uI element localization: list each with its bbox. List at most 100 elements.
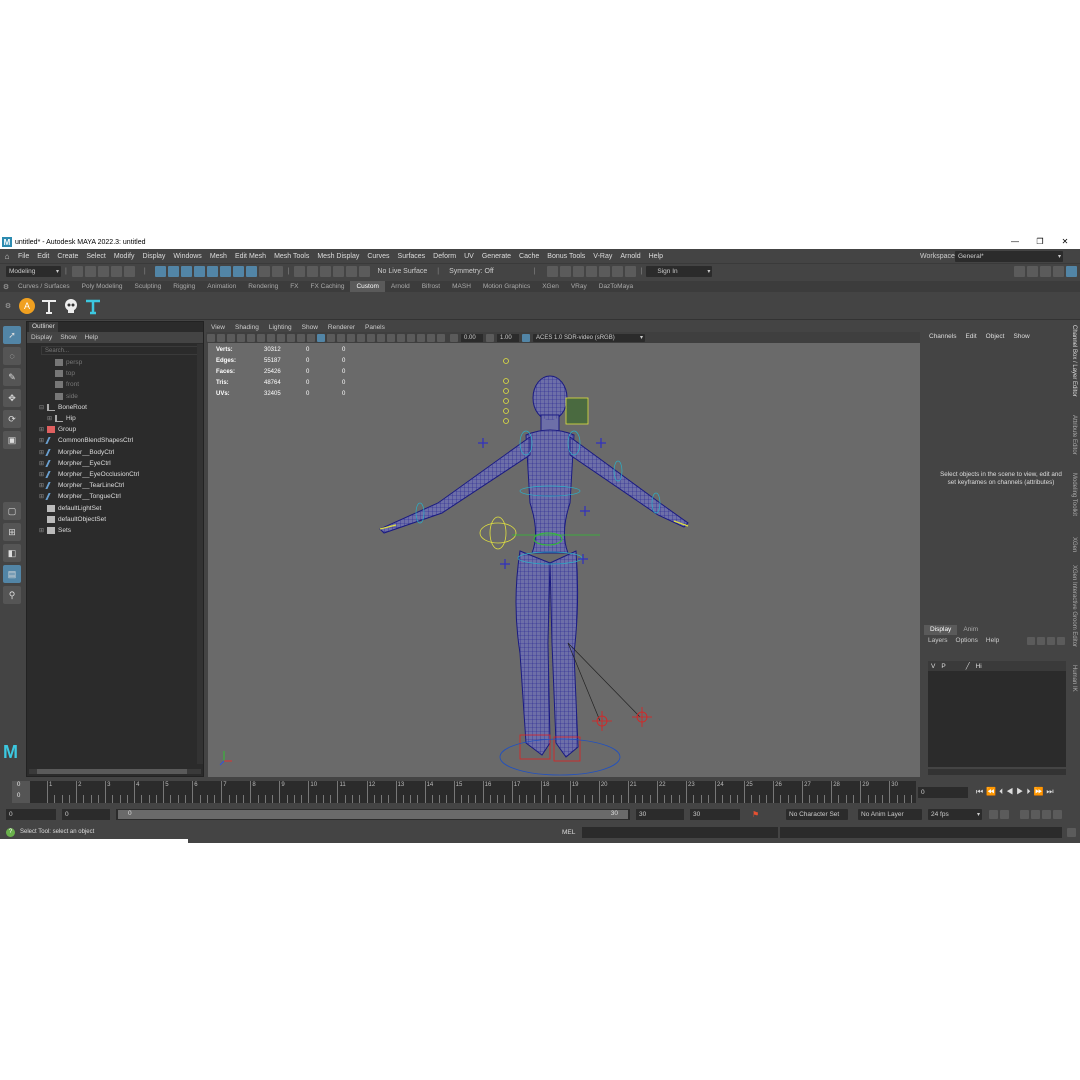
- image-plane-icon[interactable]: [227, 333, 235, 342]
- layer-up-icon[interactable]: [1027, 636, 1035, 645]
- wireframe-icon[interactable]: [317, 333, 325, 342]
- snap-live-icon[interactable]: [359, 266, 371, 277]
- shelf-menu-icon[interactable]: ⚙: [0, 283, 12, 291]
- ao-icon[interactable]: [377, 333, 385, 342]
- select-hierarchy-icon[interactable]: [154, 266, 166, 277]
- ipr-render-icon[interactable]: [572, 266, 584, 277]
- new-layer-icon[interactable]: [1047, 636, 1055, 645]
- smooth-shade-icon[interactable]: [327, 333, 335, 342]
- outliner-item[interactable]: ⊞ Morpher__EyeCtrl: [39, 458, 199, 469]
- layer-visibility-toggle[interactable]: V: [928, 663, 938, 670]
- rotate-tool-icon[interactable]: ⟳: [3, 410, 21, 428]
- shelf-tab-custom[interactable]: Custom: [350, 281, 385, 292]
- shelf-tab-animation[interactable]: Animation: [201, 281, 242, 292]
- outliner-item[interactable]: ⊟ BoneRoot: [39, 402, 199, 413]
- fps-dropdown[interactable]: 24 fps ▾: [928, 808, 982, 820]
- shelf-tab-daztomaya[interactable]: DazToMaya: [593, 281, 639, 292]
- minimize-button[interactable]: —: [1003, 235, 1027, 249]
- outliner-item[interactable]: front: [39, 379, 199, 390]
- menu-generate[interactable]: Generate: [478, 253, 515, 260]
- live-surface-label[interactable]: No Live Surface: [377, 268, 427, 275]
- safe-action-icon[interactable]: [277, 333, 285, 342]
- cached-playback-icon[interactable]: [1000, 809, 1009, 819]
- symmetry-label[interactable]: Symmetry: Off: [449, 268, 494, 275]
- outliner-layout-icon[interactable]: ▤: [3, 565, 21, 583]
- render-view-icon[interactable]: [611, 266, 623, 277]
- tpose-cyan-icon[interactable]: [84, 297, 102, 315]
- outliner-item[interactable]: ⊞ Morpher__EyeOcclusionCtrl: [39, 469, 199, 480]
- multisample-icon[interactable]: [397, 333, 405, 342]
- move-tool-icon[interactable]: ✥: [3, 389, 21, 407]
- shelf-tab-rigging[interactable]: Rigging: [167, 281, 201, 292]
- menu-surfaces[interactable]: Surfaces: [394, 253, 430, 260]
- bookmark-icon[interactable]: [217, 333, 225, 342]
- outliner-item[interactable]: ⊞ Morpher__TearLineCtrl: [39, 480, 199, 491]
- go-end-icon[interactable]: ⏭: [1046, 787, 1056, 796]
- layer-row[interactable]: V P ╱ Hi: [928, 661, 1066, 671]
- four-view-icon[interactable]: ⊞: [3, 523, 21, 541]
- outliner-item[interactable]: ⊞ Morpher__BodyCtrl: [39, 447, 199, 458]
- menu-uv[interactable]: UV: [460, 253, 478, 260]
- outliner-menu-show[interactable]: Show: [56, 334, 80, 341]
- xray-icon[interactable]: [417, 333, 425, 342]
- new-scene-icon[interactable]: [71, 266, 83, 277]
- undo-icon[interactable]: [110, 266, 122, 277]
- colorspace-dropdown[interactable]: ACES 1.0 SDR-video (sRGB) ▾: [533, 333, 645, 342]
- safe-title-icon[interactable]: [287, 333, 295, 342]
- field-chart-icon[interactable]: [267, 333, 275, 342]
- open-scene-icon[interactable]: [84, 266, 96, 277]
- shelf-tab-arnold[interactable]: Arnold: [385, 281, 416, 292]
- single-view-icon[interactable]: ▢: [3, 502, 21, 520]
- menu-edit[interactable]: Edit: [33, 253, 53, 260]
- layer-playback-toggle[interactable]: P: [938, 663, 948, 670]
- start-frame-field[interactable]: 0: [6, 808, 56, 820]
- home-icon[interactable]: ⌂: [0, 252, 14, 261]
- channel-box-icon[interactable]: [1066, 266, 1077, 277]
- ghost-icon[interactable]: [1042, 809, 1051, 819]
- lights-icon[interactable]: [357, 333, 365, 342]
- outliner-item[interactable]: top: [39, 368, 199, 379]
- save-scene-icon[interactable]: [97, 266, 109, 277]
- pause-icon[interactable]: [624, 266, 636, 277]
- shelf-tab-rendering[interactable]: Rendering: [242, 281, 284, 292]
- mask-deform-icon[interactable]: [245, 266, 257, 277]
- outliner-menu-help[interactable]: Help: [81, 334, 102, 341]
- viewport-menu-lighting[interactable]: Lighting: [264, 324, 297, 331]
- mask-surfaces-icon[interactable]: [232, 266, 244, 277]
- menu-mesh-display[interactable]: Mesh Display: [313, 253, 363, 260]
- menu-cache[interactable]: Cache: [515, 253, 543, 260]
- script-editor-icon[interactable]: [1067, 827, 1076, 837]
- script-language-toggle[interactable]: MEL: [562, 829, 575, 836]
- magnet-icon[interactable]: [271, 266, 283, 277]
- lasso-tool-icon[interactable]: ◌: [3, 347, 21, 365]
- shelf-tab-sculpting[interactable]: Sculpting: [129, 281, 168, 292]
- step-forward-icon[interactable]: ⏩: [1033, 787, 1046, 796]
- layer-name[interactable]: Hi: [973, 663, 985, 670]
- gamma-icon[interactable]: [486, 333, 494, 342]
- end-frame-field[interactable]: 30: [690, 808, 740, 820]
- menu-modify[interactable]: Modify: [110, 253, 139, 260]
- menu-deform[interactable]: Deform: [429, 253, 460, 260]
- menu-help[interactable]: Help: [645, 253, 667, 260]
- xray-active-icon[interactable]: [437, 333, 445, 342]
- viewport-menu-view[interactable]: View: [206, 324, 230, 331]
- grid-icon[interactable]: [297, 333, 305, 342]
- outliner-item[interactable]: ⊞ Hip: [39, 413, 199, 424]
- outliner-search-input[interactable]: Search...: [41, 346, 201, 355]
- layer-tab-anim[interactable]: Anim: [957, 625, 984, 635]
- gate-mask-icon[interactable]: [257, 333, 265, 342]
- outliner-item[interactable]: defaultObjectSet: [39, 514, 199, 525]
- range-slider[interactable]: 0 30: [116, 809, 630, 820]
- render-frame-icon[interactable]: [559, 266, 571, 277]
- play-forward-icon[interactable]: ▶: [1016, 787, 1026, 796]
- mask-icon[interactable]: [193, 266, 205, 277]
- shelf-tab-fx[interactable]: FX: [284, 281, 304, 292]
- outliner-item[interactable]: ⊞ Sets: [39, 525, 199, 536]
- menu-select[interactable]: Select: [82, 253, 109, 260]
- snap-view-icon[interactable]: [333, 266, 345, 277]
- outliner-hscroll[interactable]: [29, 769, 201, 774]
- playback-end-field[interactable]: 30: [636, 808, 684, 820]
- color-management-icon[interactable]: [522, 333, 530, 342]
- daz-import-icon[interactable]: A: [18, 297, 36, 315]
- menu-vray[interactable]: V-Ray: [589, 253, 616, 260]
